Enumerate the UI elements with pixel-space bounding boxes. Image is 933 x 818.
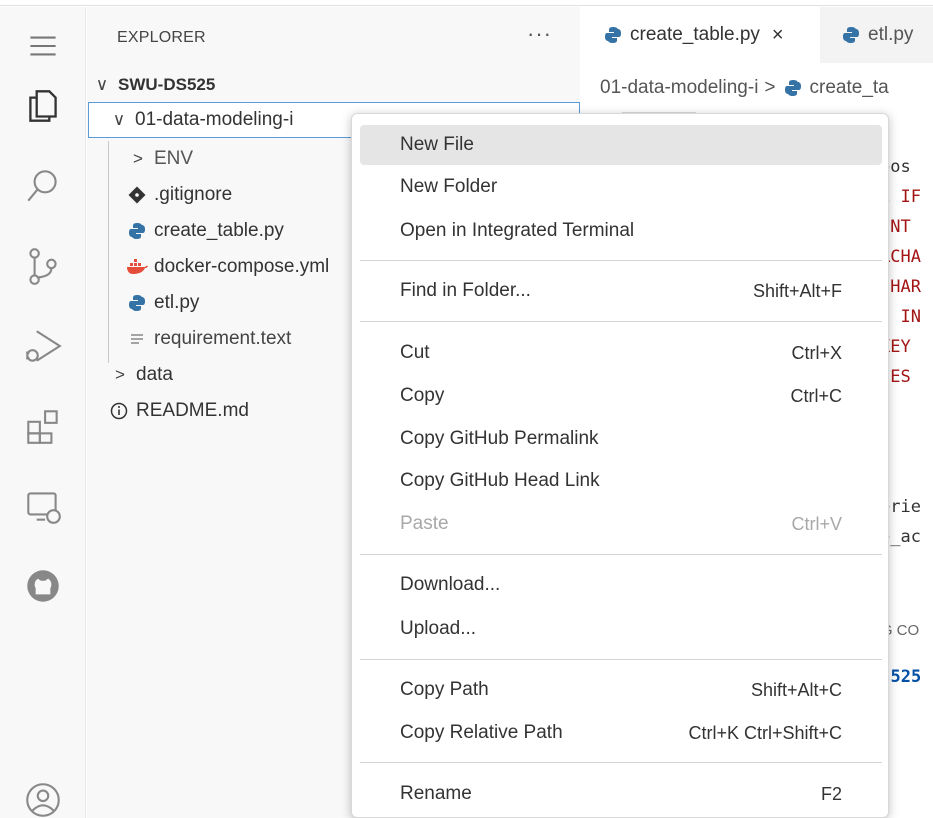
python-file-icon [126, 294, 148, 312]
run-debug-icon[interactable] [18, 321, 68, 371]
chevron-right-icon: > [115, 365, 125, 384]
workspace-root-label: SWU-DS525 [118, 75, 216, 94]
more-actions-button[interactable]: ··· [527, 21, 552, 47]
breadcrumb-file[interactable]: create_ta [810, 77, 889, 99]
tree-item-label: ENV [154, 148, 194, 169]
info-icon [108, 402, 130, 420]
tree-item-label: etl.py [154, 292, 200, 313]
menu-separator [360, 659, 882, 660]
chevron-down-icon: ∨ [95, 75, 109, 94]
window-top-border [0, 0, 933, 6]
menu-item-copy-github-permalink[interactable]: Copy GitHub Permalink [360, 419, 882, 459]
tree-folder-env[interactable]: > ENV [128, 141, 193, 177]
menu-item-copy-relative-path[interactable]: Copy Relative Path Ctrl+K Ctrl+Shift+C [360, 713, 882, 753]
indent-guide [108, 141, 109, 363]
tree-item-label: requirement.text [154, 328, 292, 349]
menu-item-find-in-folder[interactable]: Find in Folder... Shift+Alt+F [360, 271, 882, 311]
menu-separator [360, 554, 882, 555]
tree-item-label: create_table.py [154, 220, 284, 241]
chevron-down-icon: ∨ [112, 110, 126, 129]
source-control-icon[interactable] [18, 241, 68, 291]
menu-item-paste: Paste Ctrl+V [400, 513, 842, 534]
text-file-icon [126, 331, 148, 347]
workspace-root[interactable]: ∨ SWU-DS525 [92, 67, 216, 103]
editor-tabs: create_table.py × etl.py [580, 7, 933, 63]
tree-file-readme[interactable]: README.md [108, 393, 249, 429]
remote-explorer-icon[interactable] [18, 481, 68, 531]
tree-item-label: docker-compose.yml [154, 256, 330, 277]
git-icon [126, 186, 148, 204]
breadcrumb-separator: > [764, 77, 776, 98]
tab-etl[interactable]: etl.py [820, 7, 933, 63]
menu-separator [360, 260, 882, 261]
tree-folder-data[interactable]: > data [110, 357, 173, 393]
menu-item-upload[interactable]: Upload... [360, 609, 882, 649]
menu-item-new-folder[interactable]: New Folder [360, 167, 882, 207]
menu-item-copy-github-head-link[interactable]: Copy GitHub Head Link [360, 461, 882, 501]
tree-item-label: 01-data-modeling-i [135, 109, 294, 130]
tree-file-requirement[interactable]: requirement.text [126, 321, 291, 357]
account-icon[interactable] [18, 775, 68, 818]
extensions-icon[interactable] [18, 401, 68, 451]
menu-separator [360, 762, 882, 763]
menu-item-rename[interactable]: Rename F2 [360, 774, 882, 814]
docker-icon [126, 259, 148, 275]
menu-item-open-terminal[interactable]: Open in Integrated Terminal [360, 211, 882, 251]
menu-separator [360, 321, 882, 322]
menu-item-new-file[interactable]: New File [360, 125, 882, 165]
explorer-title: EXPLORER [117, 29, 206, 46]
tree-file-create-table[interactable]: create_table.py [126, 213, 284, 249]
menu-item-copy-path[interactable]: Copy Path Shift+Alt+C [360, 670, 882, 710]
tree-item-label: data [136, 364, 173, 385]
context-menu: New File New Folder Open in Integrated T… [351, 113, 889, 818]
python-file-icon [840, 26, 862, 44]
tree-item-label: .gitignore [154, 184, 233, 205]
tree-item-label: README.md [136, 400, 249, 421]
tree-file-docker-compose[interactable]: docker-compose.yml [126, 249, 329, 285]
activity-bar [0, 7, 86, 818]
tab-label: create_table.py [630, 24, 760, 45]
menu-icon[interactable] [18, 21, 68, 71]
chevron-right-icon: > [133, 149, 143, 168]
tree-file-gitignore[interactable]: .gitignore [126, 177, 232, 213]
tab-label: etl.py [868, 24, 914, 45]
tree-file-etl[interactable]: etl.py [126, 285, 199, 321]
explorer-files-icon[interactable] [18, 81, 68, 131]
github-icon[interactable] [18, 561, 68, 611]
python-file-icon [782, 79, 804, 97]
search-icon[interactable] [18, 161, 68, 211]
editor-line-fragment [622, 105, 696, 113]
tab-create-table[interactable]: create_table.py × [580, 7, 820, 63]
close-tab-icon[interactable]: × [772, 24, 784, 47]
breadcrumb-folder[interactable]: 01-data-modeling-i [600, 77, 758, 99]
menu-item-copy[interactable]: Copy Ctrl+C [360, 376, 882, 416]
menu-item-download[interactable]: Download... [360, 565, 882, 605]
python-file-icon [602, 26, 624, 44]
menu-item-cut[interactable]: Cut Ctrl+X [360, 333, 882, 373]
breadcrumb: 01-data-modeling-i > create_ta [600, 77, 889, 99]
python-file-icon [126, 222, 148, 240]
